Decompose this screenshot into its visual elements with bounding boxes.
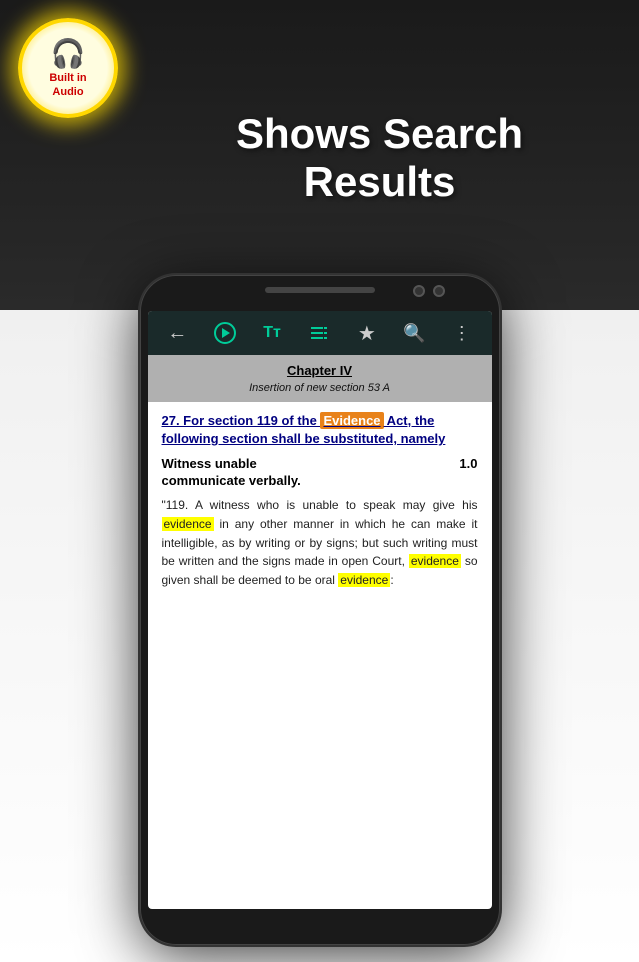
evidence-highlight-2: evidence	[409, 554, 461, 568]
play-circle	[214, 322, 236, 344]
more-button[interactable]: ⋮	[446, 317, 478, 349]
page-title: Shows Search Results	[140, 110, 619, 207]
phone-body: ← Tт ★	[140, 275, 500, 945]
witness-subtitle: communicate verbally.	[162, 473, 478, 488]
search-button[interactable]: 🔍	[398, 317, 430, 349]
chapter-subtitle: Insertion of new section 53 A	[160, 382, 480, 394]
body-text: "119. A witness who is unable to speak m…	[162, 496, 478, 589]
book-content: 27. For section 119 of the Evidence Act,…	[148, 402, 492, 599]
list-button[interactable]	[303, 317, 335, 349]
headphone-icon: 🎧	[51, 37, 86, 70]
witness-title: Witness unable	[162, 456, 257, 471]
witness-line: Witness unable 1.0	[162, 456, 478, 471]
play-triangle-icon	[222, 328, 230, 338]
play-button[interactable]	[209, 317, 241, 349]
evidence-highlight-heading: Evidence	[320, 412, 383, 429]
text-size-button[interactable]: Tт	[256, 317, 288, 349]
badge-text: Built in Audio	[49, 72, 86, 98]
chapter-title: Chapter IV	[160, 363, 480, 378]
evidence-highlight-3: evidence	[338, 573, 390, 587]
evidence-highlight-1: evidence	[162, 517, 214, 531]
phone-camera-left	[413, 285, 425, 297]
phone-speaker	[265, 287, 375, 293]
app-toolbar: ← Tт ★	[148, 311, 492, 355]
back-button[interactable]: ←	[161, 317, 193, 349]
section-heading: 27. For section 119 of the Evidence Act,…	[162, 412, 478, 448]
phone-camera-right	[433, 285, 445, 297]
content-area: Chapter IV Insertion of new section 53 A…	[148, 355, 492, 909]
chapter-header: Chapter IV Insertion of new section 53 A	[148, 355, 492, 402]
phone-device: ← Tт ★	[140, 275, 500, 945]
page-title-area: Shows Search Results	[140, 110, 619, 207]
phone-screen: ← Tт ★	[148, 311, 492, 909]
bookmark-button[interactable]: ★	[351, 317, 383, 349]
witness-number: 1.0	[459, 456, 477, 471]
audio-badge: 🎧 Built in Audio	[18, 18, 118, 118]
